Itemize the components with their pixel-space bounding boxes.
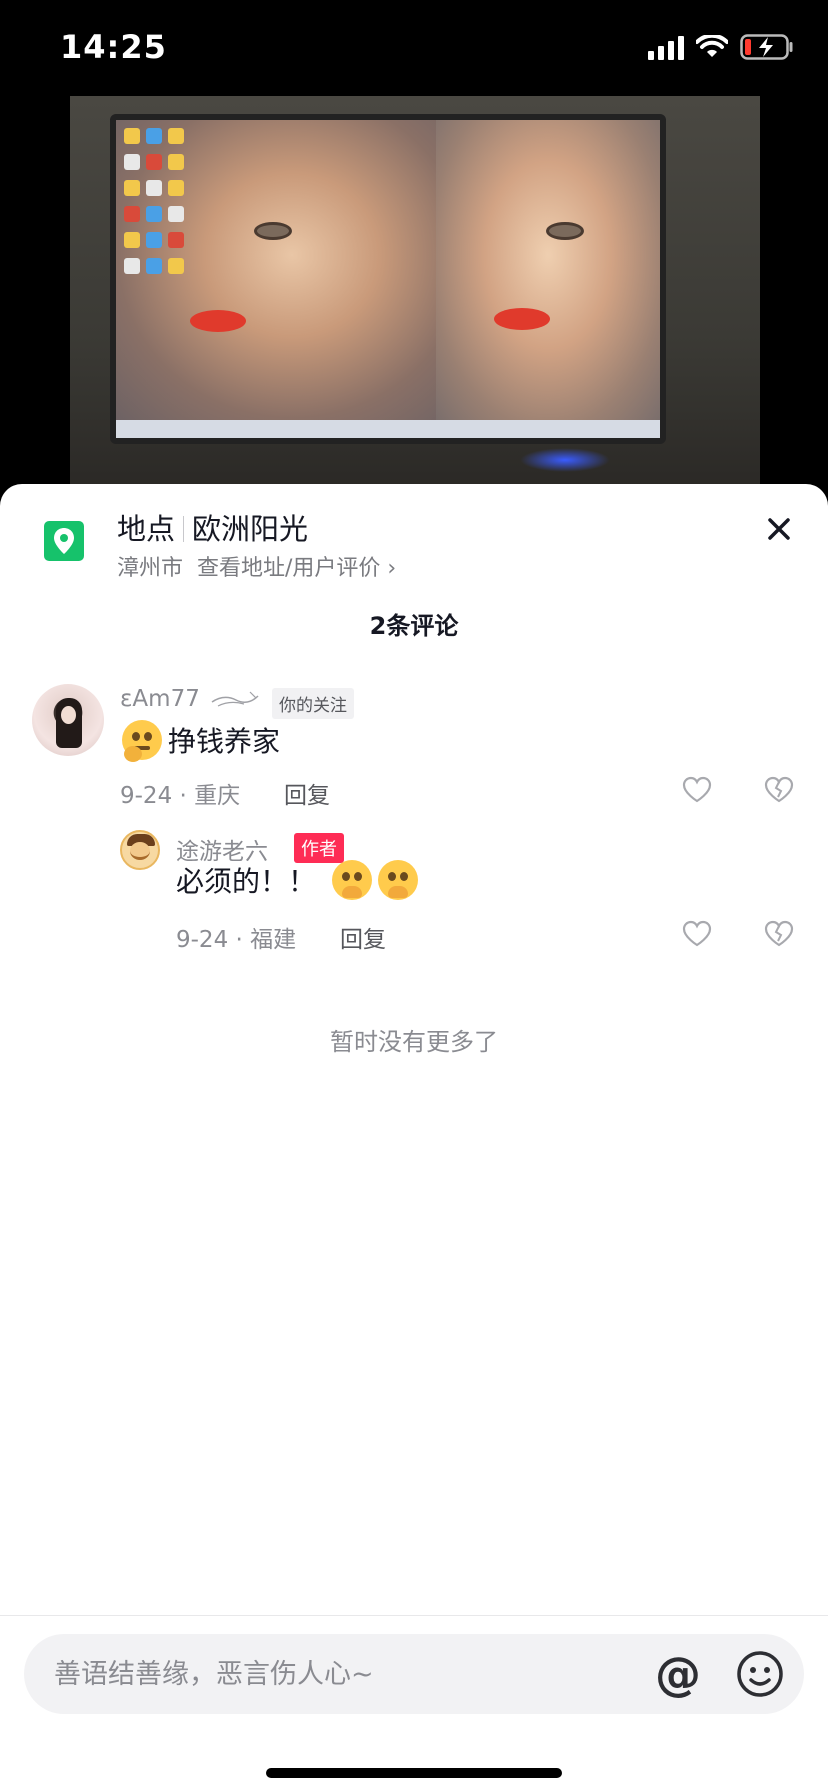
location-city: 漳州市 (117, 556, 184, 581)
status-bar: 14:25 (0, 0, 828, 96)
wifi-icon (696, 35, 728, 59)
at-icon[interactable]: @ (652, 1648, 704, 1700)
signal-icon (648, 34, 684, 60)
location-subtitle[interactable]: 漳州市 查看地址/用户评价 › (117, 550, 396, 582)
comment-input-bar: @ (24, 1634, 804, 1714)
location-pin-icon (44, 521, 84, 561)
taskbar (116, 420, 660, 438)
reply-item: 途游老六 作者 必须的！！ 9-24 · 福建 回复 (0, 830, 828, 960)
location-detail-link[interactable]: 查看地址/用户评价 › (197, 556, 396, 581)
comment-sheet: 地点 欧洲阳光 漳州市 查看地址/用户评价 › 2条评论 εAm77 你的关注 挣钱… (0, 484, 828, 1792)
location-title[interactable]: 地点 欧洲阳光 (117, 506, 308, 548)
reply-button[interactable]: 回复 (284, 776, 330, 810)
author-badge: 作者 (294, 833, 344, 863)
reply-text: 必须的！！ (176, 860, 419, 900)
battery-icon (740, 34, 794, 60)
follow-badge: 你的关注 (272, 688, 354, 719)
dislike-icon[interactable] (764, 776, 794, 804)
monitor-image (110, 114, 666, 444)
comment-text: 挣钱养家 (122, 720, 281, 762)
comment-input[interactable] (54, 1634, 634, 1714)
comment-username[interactable]: εAm77 (120, 686, 200, 712)
comment-count: 2条评论 (369, 612, 459, 640)
heart-icon[interactable] (682, 776, 712, 804)
location-name: 欧洲阳光 (192, 512, 309, 546)
heart-icon[interactable] (682, 920, 712, 948)
pleading-emoji-icon (378, 860, 419, 900)
pleading-emoji-icon (332, 860, 373, 900)
reply-body: 必须的！！ (176, 865, 317, 898)
keyboard-glow (520, 448, 610, 472)
emoji-icon[interactable] (734, 1648, 786, 1700)
title-divider (183, 516, 185, 542)
username-decoration (211, 691, 259, 707)
dislike-icon[interactable] (764, 920, 794, 948)
no-more-text: 暂时没有更多了 (330, 1028, 498, 1056)
screen-right-image (436, 120, 660, 420)
comment-date-location: 9-24 · 重庆 (120, 783, 241, 809)
comment-body: 挣钱养家 (168, 725, 281, 758)
avatar[interactable] (120, 830, 160, 870)
video-preview[interactable] (0, 96, 828, 496)
status-icons (648, 34, 794, 60)
location-label: 地点 (117, 512, 176, 546)
home-indicator[interactable] (266, 1768, 562, 1778)
thinking-emoji-icon (122, 720, 162, 762)
reply-date-location: 9-24 · 福建 (176, 927, 297, 953)
status-time: 14:25 (60, 28, 167, 66)
input-divider (0, 1615, 828, 1616)
reply-button[interactable]: 回复 (340, 920, 386, 954)
desktop-icons (124, 128, 188, 274)
close-icon[interactable] (764, 514, 794, 544)
comment-item: εAm77 你的关注 挣钱养家 9-24 · 重庆 回复 (0, 684, 828, 824)
location-header[interactable]: 地点 欧洲阳光 漳州市 查看地址/用户评价 › (0, 484, 828, 594)
avatar[interactable] (32, 684, 104, 756)
